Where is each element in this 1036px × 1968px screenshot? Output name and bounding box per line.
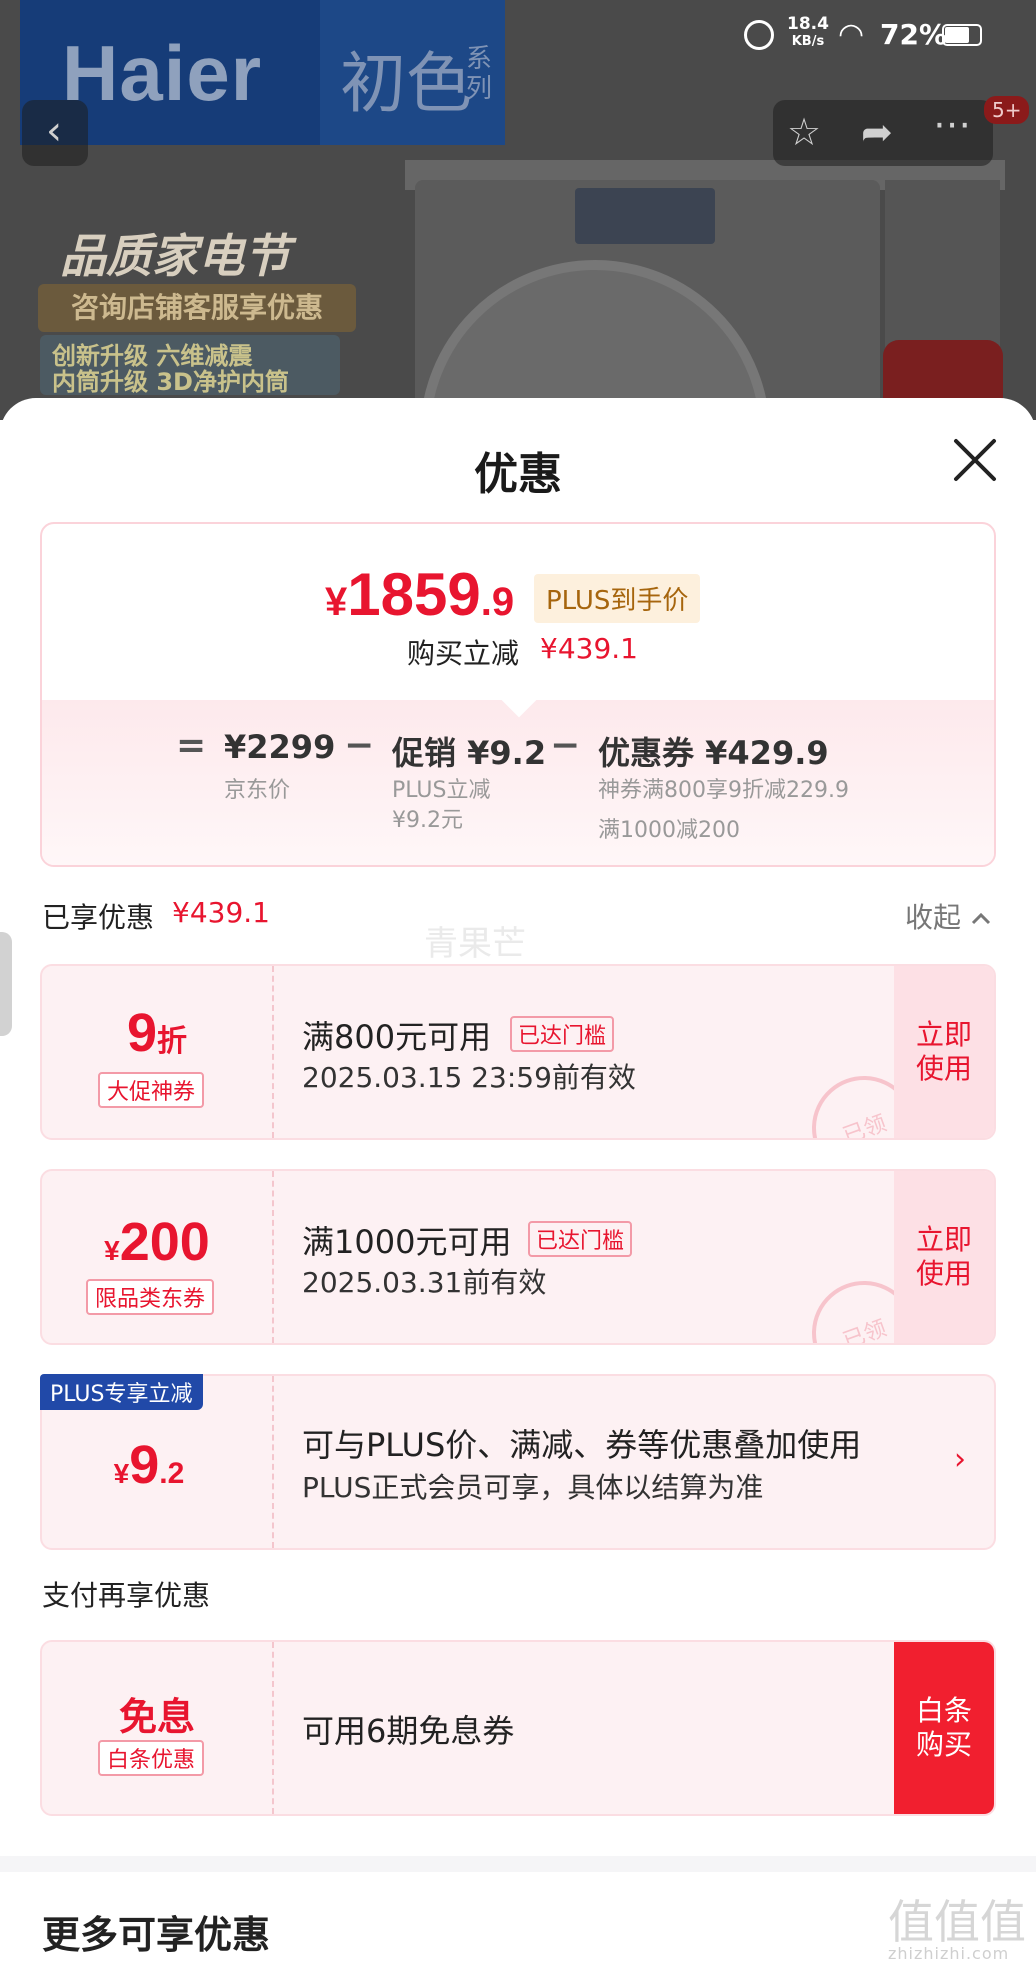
plus-discount-currency: ¥ bbox=[113, 1458, 130, 1489]
baitiao-tag: 白条优惠 bbox=[98, 1740, 205, 1776]
instant-discount-label: 购买立减 bbox=[407, 637, 520, 670]
equals-sign: = bbox=[176, 725, 207, 766]
battery-percentage: 72% bbox=[880, 18, 948, 51]
coupon-type-tag: 大促神券 bbox=[98, 1072, 205, 1108]
plus-discount-value: ¥9.2 bbox=[42, 1434, 264, 1496]
enjoyed-discount-label: 已享优惠 bbox=[42, 901, 155, 934]
coupon-card: ¥200 限品类东券 满1000元可用 已达门槛 2025.03.31前有效 已… bbox=[40, 1169, 996, 1345]
use-now-label-1: 立即 bbox=[915, 1223, 972, 1256]
coupon-value-currency: ¥ bbox=[104, 1235, 120, 1266]
coupon-card: 9折 大促神券 满800元可用 已达门槛 2025.03.15 23:59前有效… bbox=[40, 964, 996, 1140]
baitiao-buy-button[interactable]: 白条 购买 bbox=[894, 1642, 994, 1814]
back-button[interactable]: ‹ bbox=[22, 100, 88, 166]
final-price: ¥1859.9 bbox=[325, 560, 514, 629]
site-watermark: 值值值 bbox=[888, 1895, 1026, 1949]
threshold-reached-tag: 已达门槛 bbox=[510, 1016, 615, 1052]
chevron-right-icon: › bbox=[954, 1442, 966, 1477]
watermark: 青果芒 bbox=[424, 924, 526, 964]
coupon-discount-detail-1: 神券满800享9折减229.9 bbox=[598, 778, 849, 803]
use-now-label-2: 使用 bbox=[915, 1257, 972, 1290]
coupon-discount-detail-2: 满1000减200 bbox=[598, 818, 740, 843]
baitiao-buy-label-2: 购买 bbox=[915, 1728, 972, 1761]
plus-discount-integer: 9 bbox=[129, 1435, 160, 1495]
share-icon[interactable]: ➦ bbox=[861, 110, 893, 154]
coupon-value: 9折 bbox=[42, 1002, 272, 1064]
interest-free-value: 免息 bbox=[118, 1697, 195, 1739]
final-price-currency: ¥ bbox=[325, 580, 348, 624]
coupon-validity: 2025.03.15 23:59前有效 bbox=[302, 1061, 636, 1094]
collapse-button[interactable]: 收起 bbox=[905, 896, 992, 936]
message-badge: 5+ bbox=[984, 96, 1030, 124]
collapse-label: 收起 bbox=[905, 901, 962, 934]
wifi-icon: ◠ bbox=[838, 17, 865, 52]
plus-discount-note: PLUS正式会员可享，具体以结算为准 bbox=[302, 1471, 764, 1504]
coupon-type-tag: 限品类东券 bbox=[86, 1279, 215, 1315]
plus-discount-description: 可与PLUS价、满减、券等优惠叠加使用 bbox=[302, 1426, 862, 1464]
baitiao-coupon-card: 免息 白条优惠 可用6期免息券 白条 购买 bbox=[40, 1640, 996, 1816]
network-speed: 18.4 KB/s bbox=[787, 16, 829, 50]
coupon-discount: 优惠券 ¥429.9 bbox=[598, 734, 829, 772]
minus-sign: − bbox=[550, 725, 581, 766]
coupon-value-unit: 折 bbox=[157, 1025, 188, 1058]
final-price-decimal: .9 bbox=[480, 580, 515, 624]
coupon-condition: 满1000元可用 bbox=[302, 1223, 512, 1261]
sheet-title: 优惠 bbox=[474, 449, 562, 500]
plus-discount-decimal: .2 bbox=[159, 1457, 185, 1490]
jd-price-label: 京东价 bbox=[224, 778, 291, 803]
section-divider bbox=[0, 1856, 1036, 1872]
threshold-reached-tag: 已达门槛 bbox=[528, 1221, 633, 1257]
use-now-label-1: 立即 bbox=[915, 1018, 972, 1051]
minus-sign: − bbox=[344, 725, 375, 766]
alarm-icon bbox=[744, 20, 774, 50]
more-discounts-title: 更多可享优惠 bbox=[42, 1913, 271, 1957]
battery-level-fill bbox=[945, 27, 969, 43]
use-now-button[interactable]: 立即 使用 bbox=[894, 1171, 994, 1343]
use-now-label-2: 使用 bbox=[915, 1052, 972, 1085]
side-drawer-handle[interactable] bbox=[0, 932, 12, 1036]
promo-subtitle: 咨询店铺客服享优惠 bbox=[38, 284, 356, 332]
coupon-value: ¥200 bbox=[42, 1211, 272, 1273]
coupon-value-number: 200 bbox=[119, 1212, 210, 1272]
promo-discount-sub: PLUS立减 bbox=[392, 778, 491, 803]
promo-discount-sub-amount: ¥9.2元 bbox=[392, 808, 463, 833]
close-icon[interactable] bbox=[950, 435, 1000, 485]
plus-exclusive-badge: PLUS专享立减 bbox=[40, 1374, 203, 1410]
network-speed-unit: KB/s bbox=[791, 34, 825, 49]
interest-free-description: 可用6期免息券 bbox=[302, 1712, 515, 1750]
enjoyed-discount-amount: ¥439.1 bbox=[172, 896, 270, 929]
payment-section-title: 支付再享优惠 bbox=[42, 1579, 211, 1612]
chevron-up-icon bbox=[971, 912, 990, 925]
coupon-value-number: 9 bbox=[126, 1003, 158, 1063]
product-photo-control-panel bbox=[575, 188, 715, 244]
coupon-validity: 2025.03.31前有效 bbox=[302, 1266, 547, 1299]
site-watermark-url: zhizhizhi.com bbox=[888, 1944, 1010, 1963]
network-speed-value: 18.4 bbox=[787, 14, 829, 34]
action-group: ☆ ➦ ⋯ bbox=[773, 100, 993, 166]
promo-discount: 促销 ¥9.2 bbox=[392, 734, 547, 772]
use-now-button[interactable]: 立即 使用 bbox=[894, 966, 994, 1138]
promo-title: 品质家电节 bbox=[60, 229, 290, 283]
jd-price: ¥2299 bbox=[224, 728, 336, 766]
promo-tags: 创新升级 六维减震 内筒升级 3D净护内筒 bbox=[40, 335, 340, 395]
chevron-left-icon: ‹ bbox=[46, 108, 62, 154]
instant-discount-amount: ¥439.1 bbox=[540, 632, 638, 665]
baitiao-buy-label-1: 白条 bbox=[915, 1694, 972, 1727]
coupon-condition: 满800元可用 bbox=[302, 1018, 492, 1056]
star-icon[interactable]: ☆ bbox=[787, 110, 821, 154]
final-price-integer: 1859 bbox=[347, 561, 481, 628]
more-icon[interactable]: ⋯ bbox=[933, 102, 971, 146]
plus-price-tag: PLUS到手价 bbox=[534, 574, 701, 623]
